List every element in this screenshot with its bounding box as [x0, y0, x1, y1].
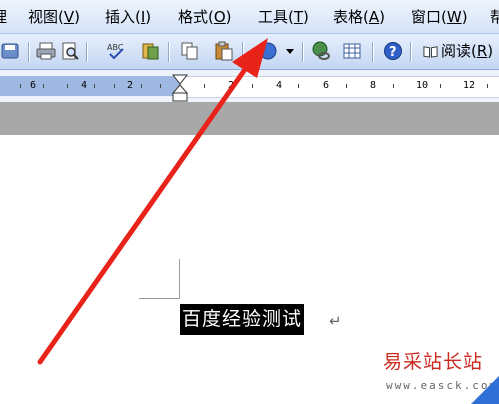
ruler-number: 6	[323, 80, 330, 91]
ruler-tick	[114, 84, 115, 88]
ruler-tick	[252, 84, 253, 88]
help-icon[interactable]: ?	[383, 41, 403, 61]
ruler-tick	[440, 84, 441, 88]
menu-help-partial[interactable]: 帮	[490, 7, 499, 27]
ruler-number: 2	[127, 80, 134, 91]
save-icon[interactable]	[0, 41, 20, 61]
hyperlink-icon[interactable]	[311, 41, 331, 61]
table-icon[interactable]	[342, 41, 362, 61]
menu-view[interactable]: 视图(V)	[28, 7, 80, 27]
ruler-tick	[298, 84, 299, 88]
paste-icon[interactable]	[214, 41, 234, 61]
toolbar-separator	[410, 42, 412, 62]
ruler-number: 10	[416, 80, 429, 91]
toolbar-separator	[168, 42, 170, 62]
print-preview-icon[interactable]	[60, 41, 80, 61]
standard-toolbar: ABC ? 阅读(R)	[0, 34, 499, 70]
paragraph-mark: ↵	[329, 312, 342, 330]
margin-corner-mark	[179, 259, 180, 299]
ruler-number: 8	[370, 80, 377, 91]
workspace-background	[0, 102, 499, 135]
ruler-tick	[43, 84, 44, 88]
toolbar-separator	[372, 42, 374, 62]
read-mode-button[interactable]: 阅读(R)	[423, 41, 493, 61]
toolbar-separator	[86, 42, 88, 62]
menu-bar: 理 视图(V) 插入(I) 格式(O) 工具(T) 表格(A) 窗口(W) 帮	[0, 0, 499, 34]
ruler-number: 4	[81, 80, 88, 91]
menu-insert[interactable]: 插入(I)	[105, 7, 151, 27]
watermark-title: 易采站长站	[383, 351, 484, 373]
ruler-number: 6	[30, 80, 37, 91]
menu-window[interactable]: 窗口(W)	[411, 7, 468, 27]
menu-tools[interactable]: 工具(T)	[258, 7, 309, 27]
print-icon[interactable]	[36, 41, 56, 61]
watermark-corner	[471, 376, 499, 404]
ruler-tick	[94, 84, 95, 88]
selected-text[interactable]: 百度经验测试	[180, 304, 305, 335]
margin-corner-mark	[139, 298, 180, 299]
read-icon	[423, 46, 438, 58]
toolbar-separator	[242, 42, 244, 62]
ruler-tick	[141, 84, 142, 88]
ruler-number: 12	[463, 80, 476, 91]
ruler-tick	[160, 84, 161, 88]
research-icon[interactable]	[140, 41, 160, 61]
ruler-tick	[393, 84, 394, 88]
ruler-tick	[204, 84, 205, 88]
dropdown-arrow-icon[interactable]	[280, 41, 300, 61]
menu-edit-partial[interactable]: 理	[0, 7, 7, 27]
ruler-tick	[487, 84, 488, 88]
toolbar-separator	[28, 42, 30, 62]
menu-table[interactable]: 表格(A)	[333, 7, 385, 27]
ruler-tick	[67, 84, 68, 88]
copy-icon[interactable]	[180, 41, 200, 61]
svg-text:?: ?	[389, 45, 397, 60]
undo-icon[interactable]	[258, 41, 278, 61]
ruler-left-margin	[0, 76, 180, 96]
toolbar-separator	[302, 42, 304, 62]
menu-format[interactable]: 格式(O)	[178, 7, 232, 27]
ruler-tick	[346, 84, 347, 88]
ruler-tick	[20, 84, 21, 88]
ruler-number: 4	[276, 80, 283, 91]
ruler-number: 2	[228, 80, 235, 91]
spelling-icon[interactable]: ABC	[106, 41, 126, 61]
